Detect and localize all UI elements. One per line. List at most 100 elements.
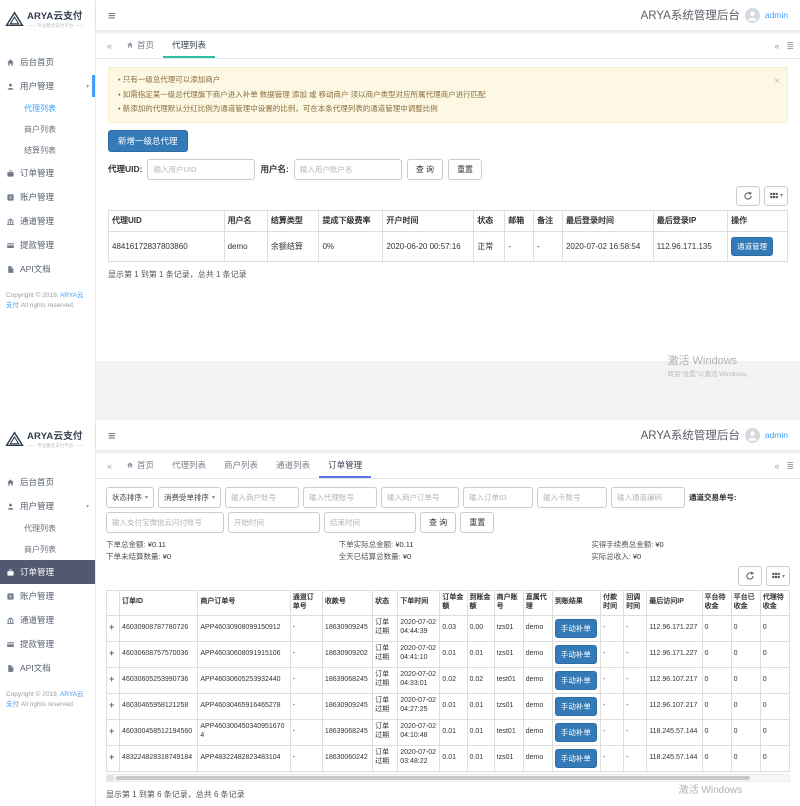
scrollbar-thumb[interactable] <box>116 776 750 780</box>
hamburger-menu-icon[interactable] <box>108 8 116 23</box>
alert-line: 新添加的代理默认分红比例为通道管理中设置的比例，可在本条代理列表的通道管理中调整… <box>118 102 767 117</box>
order-id-input[interactable] <box>463 487 533 508</box>
card-icon <box>6 640 15 649</box>
agent-uid-input[interactable] <box>147 159 255 180</box>
search-button[interactable]: 查 询 <box>407 159 443 180</box>
chevron-down-icon <box>780 192 783 199</box>
order-type-sort-select[interactable]: 消费受单排序 <box>158 487 221 508</box>
manual-supplement-button[interactable]: 手动补单 <box>555 697 597 716</box>
expand-row-icon[interactable] <box>109 622 114 632</box>
sidebar-item-order-management[interactable]: 订单管理 <box>0 161 95 185</box>
add-top-agent-button[interactable]: 新增一级总代理 <box>108 130 188 152</box>
pay-account-input[interactable] <box>106 512 224 533</box>
username-input[interactable] <box>294 159 402 180</box>
sidebar-item-user-management[interactable]: 用户管理 <box>0 494 95 518</box>
stat-total-income: 实际总收入: ¥0 <box>591 551 790 562</box>
admin-user-link[interactable]: admin <box>765 430 788 440</box>
sidebar-item-account-management[interactable]: S 账户管理 <box>0 185 95 209</box>
stat-settled-count: 全天已结算总数量: ¥0 <box>339 551 578 562</box>
refresh-icon <box>745 571 755 581</box>
logo-tagline: —— 专业聚合支付平台 —— <box>27 443 84 449</box>
logo-text: ARYA云支付 <box>27 428 84 442</box>
manual-supplement-button[interactable]: 手动补单 <box>555 749 597 768</box>
sidebar-item-api-docs[interactable]: API文档 <box>0 656 95 680</box>
sidebar-item-channel-management[interactable]: 通道管理 <box>0 209 95 233</box>
collapse-tabs-icon[interactable] <box>102 454 117 478</box>
hamburger-menu-icon[interactable] <box>108 428 116 443</box>
end-time-input[interactable] <box>324 512 416 533</box>
user-icon <box>6 82 15 91</box>
status-badge: 订单过期 <box>373 745 398 771</box>
sidebar-item-order-management[interactable]: 订单管理 <box>0 560 95 584</box>
expand-row-icon[interactable] <box>109 648 114 658</box>
avatar[interactable] <box>745 428 760 443</box>
scroll-tabs-left-icon[interactable] <box>774 461 779 471</box>
start-time-input[interactable] <box>228 512 320 533</box>
chevron-down-icon <box>145 494 148 501</box>
merchant-order-no-input[interactable] <box>381 487 459 508</box>
sidebar-item-account-management[interactable]: S 账户管理 <box>0 584 95 608</box>
brand-logo[interactable]: ARYA云支付 —— 专业聚合支付平台 —— <box>0 0 95 36</box>
columns-button[interactable] <box>766 566 790 586</box>
sidebar-item-merchant-list[interactable]: 商户列表 <box>0 539 95 560</box>
expand-row-icon[interactable] <box>109 674 114 684</box>
expand-row-icon[interactable] <box>109 700 114 710</box>
tab-order-management[interactable]: 订单管理 <box>319 454 371 478</box>
brand-logo[interactable]: ARYA云支付 —— 专业聚合支付平台 —— <box>0 420 95 456</box>
sidebar-item-channel-management[interactable]: 通道管理 <box>0 608 95 632</box>
tab-agent-list[interactable]: 代理列表 <box>163 454 215 478</box>
agent-list-screen: ARYA云支付 —— 专业聚合支付平台 —— 后台首页 用户管理 代理列表 商户… <box>0 0 800 420</box>
refresh-button[interactable] <box>738 566 762 586</box>
search-button[interactable]: 查 询 <box>420 512 456 533</box>
agent-account-input[interactable] <box>303 487 377 508</box>
tab-channel-list[interactable]: 通道列表 <box>267 454 319 478</box>
logo-triangle-icon <box>5 431 24 447</box>
sidebar-item-home[interactable]: 后台首页 <box>0 50 95 74</box>
main-area: ARYA系统管理后台 admin 首页 代理列表 商户列表 通道列表 订单管理 … <box>96 420 800 806</box>
tab-home[interactable]: 首页 <box>117 454 163 478</box>
sidebar-item-settlement-list[interactable]: 结算列表 <box>0 140 95 161</box>
status-sort-select[interactable]: 状态排序 <box>106 487 154 508</box>
sidebar-item-merchant-list[interactable]: 商户列表 <box>0 119 95 140</box>
briefcase-icon <box>6 169 15 178</box>
expand-row-icon[interactable] <box>109 752 114 762</box>
channel-manage-button[interactable]: 通道管理 <box>731 237 773 256</box>
manual-supplement-button[interactable]: 手动补单 <box>555 723 597 742</box>
avatar[interactable] <box>745 8 760 23</box>
tab-home[interactable]: 首页 <box>117 34 163 58</box>
tab-agent-list[interactable]: 代理列表 <box>163 34 215 58</box>
merchant-account-input[interactable] <box>225 487 299 508</box>
tab-merchant-list[interactable]: 商户列表 <box>215 454 267 478</box>
reset-button[interactable]: 重置 <box>448 159 482 180</box>
horizontal-scrollbar[interactable] <box>106 774 790 782</box>
tab-list-menu-icon[interactable] <box>786 41 794 52</box>
dollar-square-icon: S <box>6 193 15 202</box>
scroll-tabs-left-icon[interactable] <box>774 41 779 51</box>
sidebar-item-home[interactable]: 后台首页 <box>0 470 95 494</box>
user-icon <box>6 502 15 511</box>
sidebar-item-withdraw-management[interactable]: 提款管理 <box>0 632 95 656</box>
sidebar-item-agent-list[interactable]: 代理列表 <box>0 518 95 539</box>
sidebar-item-user-management[interactable]: 用户管理 <box>0 74 95 98</box>
status-badge: 订单过期 <box>373 719 398 745</box>
username-label: 用户名: <box>260 163 288 175</box>
admin-user-link[interactable]: admin <box>765 10 788 20</box>
order-stats: 下单总金额: ¥0.11 下单实际总金额: ¥0.11 实得手续费总金额: ¥0… <box>106 539 790 562</box>
person-icon <box>745 8 760 23</box>
sidebar-item-agent-list[interactable]: 代理列表 <box>0 98 95 119</box>
close-icon[interactable] <box>774 72 780 92</box>
alert-line: 如需指定某一级总代理旗下商户进入补单 数据管理 添加 或 移动商户 须以商户类型… <box>118 88 767 103</box>
channel-code-input[interactable] <box>611 487 685 508</box>
manual-supplement-button[interactable]: 手动补单 <box>555 619 597 638</box>
reset-button[interactable]: 重置 <box>460 512 494 533</box>
tab-list-menu-icon[interactable] <box>786 461 794 472</box>
expand-row-icon[interactable] <box>109 726 114 736</box>
sidebar-item-api-docs[interactable]: API文档 <box>0 257 95 281</box>
manual-supplement-button[interactable]: 手动补单 <box>555 671 597 690</box>
collapse-tabs-icon[interactable] <box>102 34 117 58</box>
sidebar-item-withdraw-management[interactable]: 提款管理 <box>0 233 95 257</box>
card-number-input[interactable] <box>537 487 607 508</box>
columns-button[interactable] <box>764 186 788 206</box>
manual-supplement-button[interactable]: 手动补单 <box>555 645 597 664</box>
refresh-button[interactable] <box>736 186 760 206</box>
